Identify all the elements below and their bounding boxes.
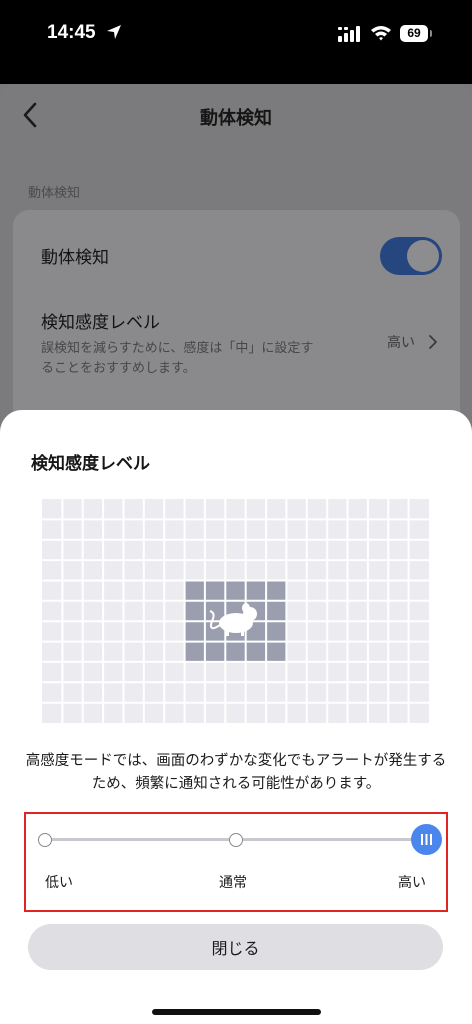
sheet-title: 検知感度レベル	[31, 454, 150, 474]
sensitivity-slider-highlight	[24, 812, 448, 912]
close-button[interactable]: 閉じる	[28, 924, 443, 970]
sheet-description: 高感度モードでは、画面のわずかな変化でもアラートが発生するため、頻繁に通知される…	[25, 753, 447, 792]
slider-thumb-high[interactable]	[411, 824, 442, 855]
wifi-icon	[371, 26, 391, 41]
battery-cap	[430, 30, 432, 37]
slider-label-high: 高い	[398, 875, 426, 891]
motion-detection-label: 動体検知	[41, 248, 109, 268]
grip-lines-icon	[421, 834, 432, 845]
home-indicator	[152, 1009, 321, 1015]
status-time: 14:45	[47, 22, 96, 43]
toggle-knob	[407, 240, 439, 272]
sensitivity-value[interactable]: 高い	[387, 332, 415, 352]
section-label: 動体検知	[28, 186, 81, 201]
detection-grid-illustration	[42, 499, 429, 723]
page-title: 動体検知	[200, 108, 272, 129]
cellular-signal-icon	[338, 26, 360, 42]
slider-label-low: 低い	[45, 875, 73, 891]
slider-stop-low[interactable]	[38, 833, 52, 847]
battery-icon: 69	[400, 25, 428, 42]
slider-stop-normal[interactable]	[229, 833, 243, 847]
location-arrow-icon	[107, 25, 121, 39]
status-bar: 14:45 69	[0, 0, 472, 84]
sensitivity-description: 誤検知を減らすために、感度は「中」に設定することをおすすめします。	[41, 341, 314, 376]
slider-label-normal: 通常	[219, 875, 247, 891]
chevron-right-icon[interactable]	[428, 334, 438, 350]
motion-detection-toggle[interactable]	[380, 237, 442, 275]
sensitivity-label[interactable]: 検知感度レベル	[41, 308, 160, 333]
